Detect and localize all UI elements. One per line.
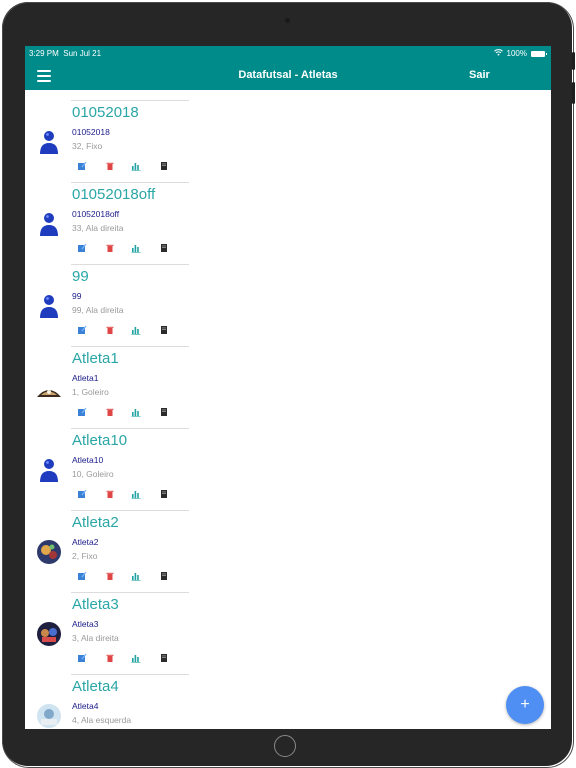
athlete-username: Atleta10 [72,455,104,465]
athlete-avatar [36,621,62,647]
athlete-name: 99 [72,268,89,285]
athlete-list-item[interactable]: Atleta10 Atleta10 10, Goleiro [25,418,551,500]
athlete-username: Atleta2 [72,537,99,547]
row-divider [71,182,189,183]
report-icon[interactable] [159,568,169,580]
stats-icon[interactable] [131,486,141,499]
add-athlete-button[interactable]: + [506,686,544,724]
delete-icon[interactable] [105,158,115,170]
status-bar: 3:29 PM Sun Jul 21 100% [25,46,551,61]
edit-icon[interactable] [77,240,87,252]
athlete-list-item[interactable]: 01052018off 01052018off 33, Ala direita [25,172,551,254]
wifi-icon [493,49,503,58]
report-icon[interactable] [159,322,169,334]
status-date: Sun Jul 21 [63,49,102,58]
delete-icon[interactable] [105,322,115,334]
delete-icon[interactable] [105,650,115,662]
row-divider [71,100,189,101]
report-icon[interactable] [159,650,169,662]
default-user-icon [36,129,62,155]
report-icon[interactable] [159,158,169,170]
athlete-name: 01052018 [72,104,139,121]
report-icon[interactable] [159,404,169,416]
delete-icon[interactable] [105,404,115,416]
battery-percent: 100% [506,49,527,58]
athlete-username: 01052018off [72,209,120,219]
athlete-avatar [36,375,62,401]
athlete-list-item[interactable]: Atleta3 Atleta3 3, Ala direita [25,582,551,664]
stats-icon[interactable] [131,322,141,335]
edit-icon[interactable] [77,158,87,170]
athlete-list-item[interactable]: Atleta1 Atleta1 1, Goleiro [25,336,551,418]
athlete-detail: 33, Ala direita [72,223,124,233]
status-time: 3:29 PM Sun Jul 21 [29,49,101,58]
tablet-frame: 3:29 PM Sun Jul 21 100% Datafutsal - Atl… [2,2,575,768]
battery-icon [531,50,547,57]
edit-icon[interactable] [77,486,87,498]
athlete-username: Atleta3 [72,619,99,629]
stats-icon[interactable] [131,650,141,663]
athlete-username: Atleta4 [72,701,99,711]
athlete-list-item[interactable]: Atleta2 Atleta2 2, Fixo [25,500,551,582]
home-button[interactable] [274,735,296,757]
default-user-icon [36,293,62,319]
athlete-list-item[interactable]: Atleta4 Atleta4 4, Ala esquerda [25,664,551,729]
athlete-detail: 4, Ala esquerda [72,715,132,725]
delete-icon[interactable] [105,240,115,252]
row-divider [71,264,189,265]
edit-icon[interactable] [77,322,87,334]
delete-icon[interactable] [105,568,115,580]
edit-icon[interactable] [77,404,87,416]
row-divider [71,674,189,675]
athlete-name: Atleta2 [72,514,119,531]
athlete-username: 99 [72,291,82,301]
edit-icon[interactable] [77,568,87,580]
athlete-detail: 2, Fixo [72,551,98,561]
edit-icon[interactable] [77,650,87,662]
app-screen: 3:29 PM Sun Jul 21 100% Datafutsal - Atl… [25,46,551,729]
athlete-name: Atleta10 [72,432,128,449]
athlete-detail: 99, Ala direita [72,305,124,315]
side-button [572,52,575,70]
report-icon[interactable] [159,486,169,498]
athlete-username: Atleta1 [72,373,99,383]
athlete-name: 01052018off [72,186,156,203]
row-divider [71,510,189,511]
athlete-detail: 1, Goleiro [72,387,109,397]
athlete-username: 01052018 [72,127,110,137]
athlete-detail: 32, Fixo [72,141,103,151]
navigation-bar: Datafutsal - Atletas Sair [25,61,551,90]
stats-icon[interactable] [131,158,141,171]
athlete-name: Atleta4 [72,678,119,695]
stats-icon[interactable] [131,240,141,253]
status-right: 100% [493,49,547,58]
athlete-detail: 3, Ala direita [72,633,119,643]
status-time-value: 3:29 PM [29,49,59,58]
report-icon[interactable] [159,240,169,252]
row-divider [71,592,189,593]
row-divider [71,346,189,347]
athlete-detail: 10, Goleiro [72,469,114,479]
athlete-list-item[interactable]: 99 99 99, Ala direita [25,254,551,336]
stats-icon[interactable] [131,404,141,417]
default-user-icon [36,457,62,483]
athlete-avatar [36,539,62,565]
athlete-list-item[interactable]: 01052018 01052018 32, Fixo [25,90,551,172]
volume-button [572,82,575,104]
athlete-avatar [36,703,62,729]
stats-icon[interactable] [131,568,141,581]
row-divider [71,428,189,429]
delete-icon[interactable] [105,486,115,498]
athlete-name: Atleta3 [72,596,119,613]
logout-button[interactable]: Sair [469,69,490,81]
front-camera [285,18,290,23]
athlete-name: Atleta1 [72,350,119,367]
default-user-icon [36,211,62,237]
